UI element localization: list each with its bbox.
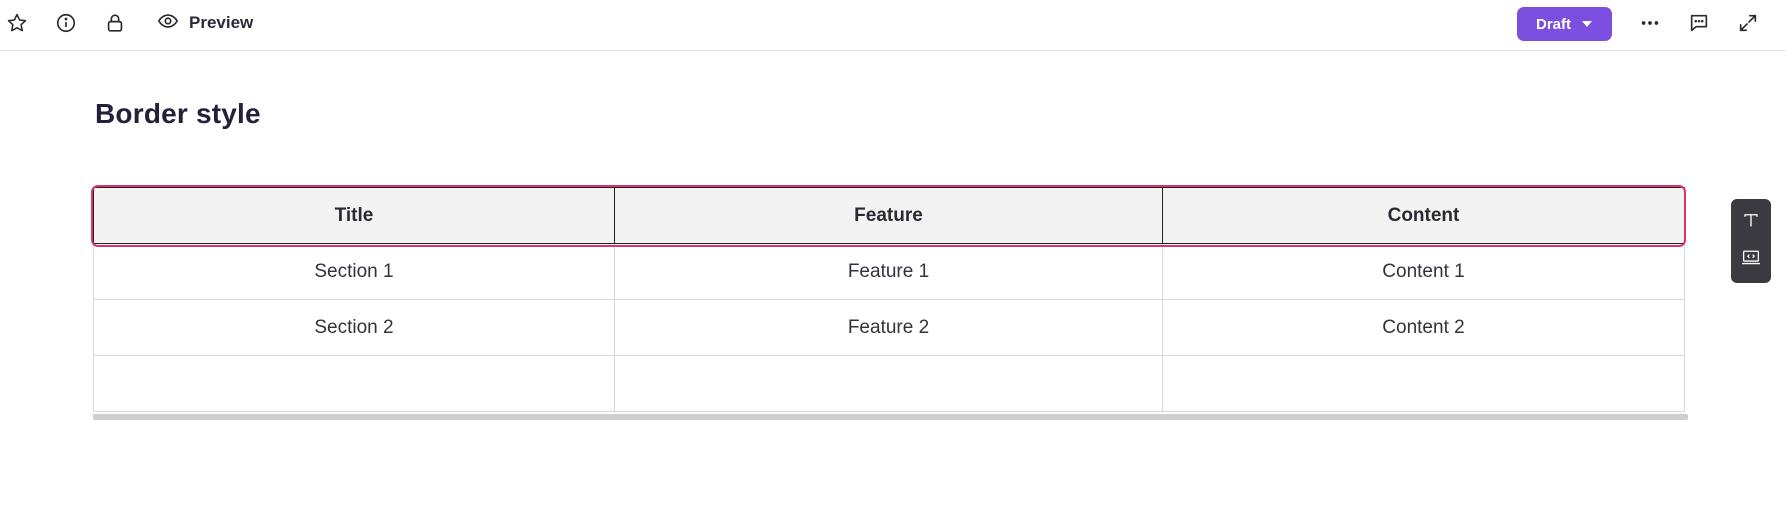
eye-icon [157,10,179,37]
embed-icon [1741,248,1761,271]
lock-icon [104,12,126,34]
more-options-button[interactable] [1634,7,1666,39]
favorite-button[interactable] [1,7,33,39]
expand-icon [1737,12,1759,34]
table-cell[interactable]: Feature 1 [614,243,1163,300]
embed-button[interactable] [1737,246,1765,274]
info-icon [55,12,77,34]
table-cell[interactable]: Content 2 [1162,299,1685,356]
top-toolbar: Preview Draft [0,0,1786,51]
header-cell[interactable]: Content [1162,187,1685,244]
status-dropdown[interactable]: Draft [1517,7,1612,41]
status-label: Draft [1535,15,1571,33]
table-cell[interactable]: Section 1 [93,243,615,300]
table-cell[interactable]: Feature 2 [614,299,1163,356]
info-button[interactable] [50,7,82,39]
more-icon [1639,12,1661,34]
block-side-toolbar [1731,199,1771,283]
table-row[interactable]: Section 1 Feature 1 Content 1 [93,243,1685,300]
text-format-button[interactable] [1737,208,1765,236]
table-cell[interactable] [614,355,1163,412]
page-title: Border style [95,98,261,129]
table-cell[interactable] [1162,355,1685,412]
table-row[interactable] [93,355,1685,412]
table-header-row[interactable]: Title Feature Content [93,187,1685,244]
header-cell[interactable]: Feature [614,187,1163,244]
preview-label: Preview [189,13,254,32]
star-icon [6,12,28,34]
preview-button[interactable]: Preview [157,7,253,39]
comment-icon [1688,12,1710,34]
header-cell[interactable]: Title [93,187,615,244]
table-row[interactable]: Section 2 Feature 2 Content 2 [93,299,1685,356]
data-table[interactable]: Title Feature Content Section 1 Feature … [91,185,1688,420]
lock-button[interactable] [99,7,131,39]
table-cell[interactable]: Content 1 [1162,243,1685,300]
fullscreen-button[interactable] [1732,7,1764,39]
table-cell[interactable] [93,355,615,412]
chevron-down-icon [1581,15,1593,33]
text-icon [1742,211,1760,234]
comments-button[interactable] [1683,7,1715,39]
table-cell[interactable]: Section 2 [93,299,615,356]
horizontal-scrollbar[interactable] [93,414,1688,420]
